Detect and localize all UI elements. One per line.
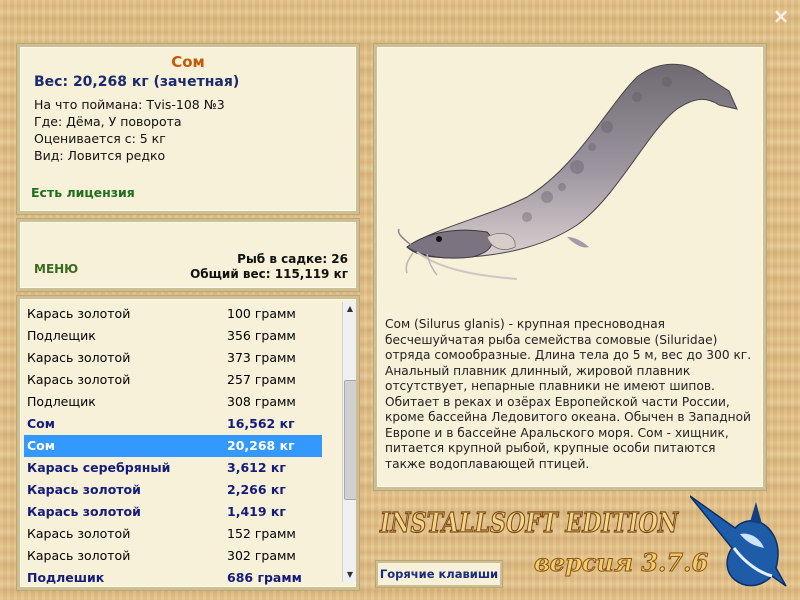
list-item-weight: 686 грамм	[227, 570, 302, 585]
list-item[interactable]: Подлещик 356 грамм	[24, 325, 322, 347]
list-item-name: Сом	[27, 438, 55, 453]
fish-name: Сом	[171, 53, 205, 71]
list-item[interactable]: Карась золотой 100 грамм	[24, 303, 322, 325]
version-text: версия 3.7.6	[533, 548, 709, 578]
list-item-weight: 257 грамм	[227, 372, 296, 387]
list-item[interactable]: Сом 16,562 кг	[24, 413, 322, 435]
list-item-weight: 2,266 кг	[227, 482, 286, 497]
license-status: Есть лицензия	[31, 185, 135, 200]
catch-list[interactable]: Карась золотой 100 грамм Подлещик 356 грамм…	[17, 296, 359, 590]
list-item-weight: 20,268 кг	[227, 438, 295, 453]
list-item[interactable]: Сом 20,268 кг	[24, 435, 322, 457]
scroll-up-icon[interactable]: ▲	[343, 302, 356, 316]
list-scrollbar[interactable]: ▲ ▼	[342, 302, 356, 582]
close-button[interactable]: ×	[771, 6, 791, 26]
species-status-text: Вид: Ловится редко	[34, 148, 166, 163]
list-item-weight: 356 грамм	[227, 328, 296, 343]
list-item-name: Карась золотой	[27, 482, 141, 497]
hotkeys-button[interactable]: Горячие клавиши	[376, 561, 502, 587]
marlin-logo-icon	[690, 495, 787, 587]
list-item[interactable]: Карась золотой 302 грамм	[24, 545, 322, 567]
list-item[interactable]: Карась золотой 152 грамм	[24, 523, 322, 545]
list-item[interactable]: Карась золотой 2,266 кг	[24, 479, 322, 501]
scroll-down-icon[interactable]: ▼	[343, 568, 356, 582]
list-item-name: Сом	[27, 416, 55, 431]
list-item[interactable]: Карась серебряный 3,612 кг	[24, 457, 322, 479]
list-item-weight: 152 грамм	[227, 526, 296, 541]
total-weight: Общий вес: 115,119 кг	[190, 267, 348, 281]
list-item-name: Карась золотой	[27, 526, 131, 541]
list-item-name: Карась золотой	[27, 306, 131, 321]
list-item[interactable]: Карась золотой 373 грамм	[24, 347, 322, 369]
list-item-name: Карась золотой	[27, 504, 141, 519]
list-item-name: Карась золотой	[27, 350, 131, 365]
list-item[interactable]: Карась золотой 257 грамм	[24, 369, 322, 391]
fish-image-panel: Сом (Silurus glanis) - крупная пресновод…	[374, 44, 766, 490]
list-item-weight: 100 грамм	[227, 306, 296, 321]
menu-button[interactable]: МЕНЮ	[34, 262, 78, 276]
list-item-weight: 16,562 кг	[227, 416, 295, 431]
list-item-name: Карась золотой	[27, 372, 131, 387]
list-item[interactable]: Карась золотой 1,419 кг	[24, 501, 322, 523]
list-item-name: Подлешик	[27, 570, 105, 585]
list-item-name: Подлещик	[27, 394, 96, 409]
list-item-weight: 302 грамм	[227, 548, 296, 563]
fish-weight: Вес: 20,268 кг (зачетная)	[34, 74, 240, 90]
list-item-weight: 308 грамм	[227, 394, 296, 409]
catfish-image	[397, 63, 738, 280]
catch-info-panel: Сом Вес: 20,268 кг (зачетная) На что пой…	[17, 44, 359, 214]
location-text: Где: Дёма, У поворота	[34, 114, 182, 129]
list-item-name: Карась серебряный	[27, 460, 171, 475]
list-item-name: Подлещик	[27, 328, 96, 343]
fish-count: Рыб в садке: 26	[237, 252, 348, 266]
brand-logo-text: INSTALLSOFT EDITION	[380, 507, 679, 539]
list-item-weight: 373 грамм	[227, 350, 296, 365]
caught-on-text: На что поймана: Tvis-108 №3	[34, 97, 225, 112]
list-item[interactable]: Подлешик 686 грамм	[24, 567, 322, 587]
list-item-name: Карась золотой	[27, 548, 131, 563]
list-item-weight: 1,419 кг	[227, 504, 286, 519]
list-item[interactable]: Подлещик 308 грамм	[24, 391, 322, 413]
rated-from-text: Оценивается с: 5 кг	[34, 131, 166, 146]
list-item-weight: 3,612 кг	[227, 460, 286, 475]
fish-description: Сом (Silurus glanis) - крупная пресновод…	[385, 317, 752, 471]
keepnet-stats-panel: МЕНЮ Рыб в садке: 26 Общий вес: 115,119 …	[17, 219, 359, 291]
scroll-thumb[interactable]	[344, 380, 356, 500]
